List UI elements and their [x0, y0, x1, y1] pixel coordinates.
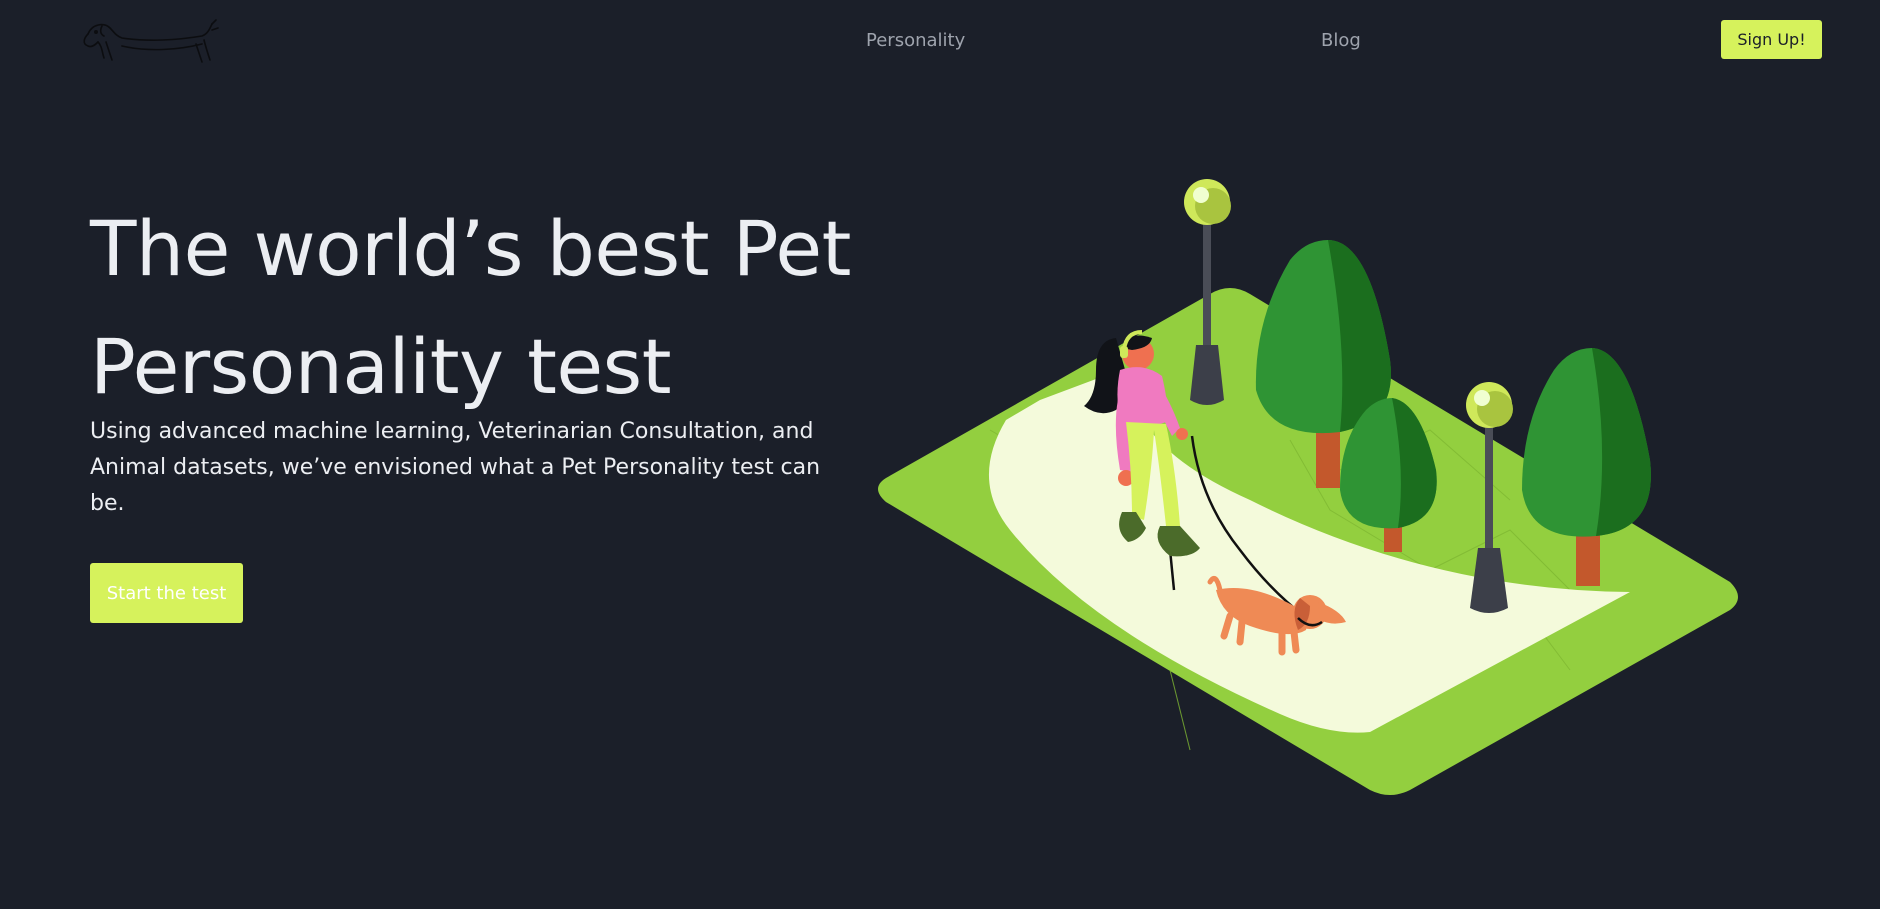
- dachshund-logo-icon[interactable]: [78, 12, 222, 70]
- hero-title-line-2: Personality test: [90, 322, 672, 411]
- nav-link-personality[interactable]: Personality: [866, 30, 965, 52]
- landing-page: Personality Blog Sign Up! The world’s be…: [0, 0, 1880, 909]
- hero-title: The world’s best Pet Personality test: [90, 190, 890, 426]
- signup-button[interactable]: Sign Up!: [1721, 20, 1822, 59]
- hero-title-line-1: The world’s best Pet: [90, 204, 851, 293]
- nav-link-blog[interactable]: Blog: [1321, 30, 1361, 52]
- park-walk-illustration: [878, 179, 1738, 795]
- start-test-button[interactable]: Start the test: [90, 563, 243, 623]
- hero-description: Using advanced machine learning, Veterin…: [90, 419, 821, 516]
